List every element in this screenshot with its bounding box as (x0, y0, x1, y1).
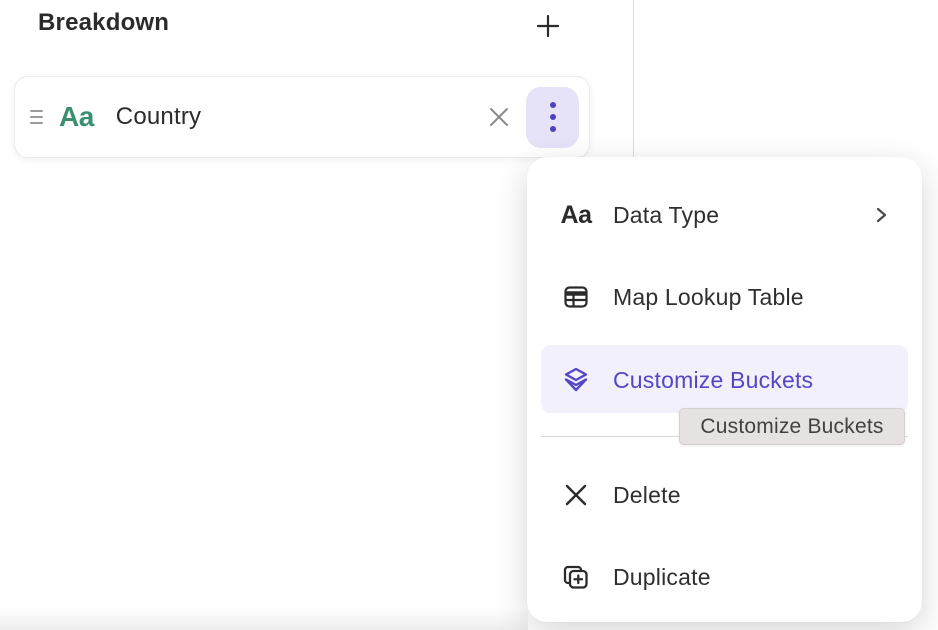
text-type-icon: Aa (561, 201, 591, 230)
menu-item-duplicate[interactable]: Duplicate (527, 544, 922, 610)
menu-item-label: Data Type (613, 202, 719, 229)
text-type-icon: Aa (59, 101, 94, 133)
remove-field-button[interactable] (482, 100, 516, 134)
menu-item-label: Duplicate (613, 564, 711, 591)
menu-item-map-lookup-table[interactable]: Map Lookup Table (527, 264, 922, 330)
menu-item-label: Delete (613, 482, 681, 509)
tooltip-text: Customize Buckets (700, 415, 883, 439)
menu-item-label: Map Lookup Table (613, 284, 804, 311)
panel-bottom-edge (0, 608, 528, 630)
tooltip: Customize Buckets (679, 408, 905, 445)
panel-divider (633, 0, 634, 158)
menu-item-customize-buckets[interactable]: Customize Buckets (527, 347, 922, 413)
plus-icon (534, 12, 562, 40)
field-options-menu: Aa Data Type Map Lookup Table Cust (527, 157, 922, 622)
close-icon (487, 105, 511, 129)
field-name-label: Country (116, 103, 201, 131)
chevron-right-icon (872, 206, 890, 224)
page-title: Breakdown (38, 9, 169, 37)
layers-icon (561, 365, 591, 395)
table-icon (561, 283, 591, 311)
copy-plus-icon (561, 562, 591, 592)
kebab-icon (550, 102, 556, 132)
menu-item-label: Customize Buckets (613, 367, 813, 394)
menu-item-data-type[interactable]: Aa Data Type (527, 182, 922, 248)
breakdown-field-card: Aa Country (14, 76, 590, 158)
x-icon (561, 482, 591, 508)
add-breakdown-button[interactable] (531, 9, 565, 43)
drag-handle-icon[interactable] (21, 97, 51, 137)
field-options-kebab-button[interactable] (526, 87, 579, 148)
menu-item-delete[interactable]: Delete (527, 462, 922, 528)
